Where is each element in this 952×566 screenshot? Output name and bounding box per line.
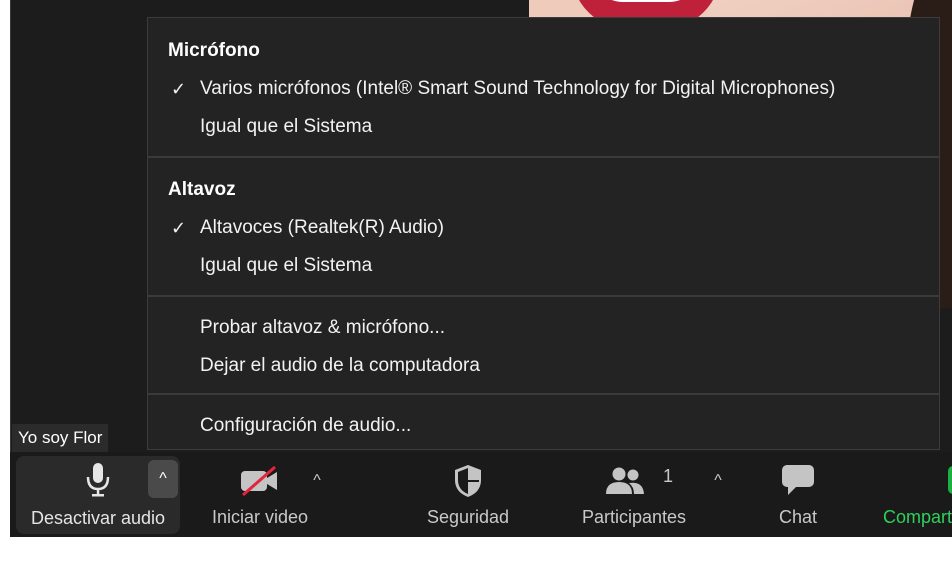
self-name-label: Yo soy Flor: [12, 424, 109, 452]
audio-settings-item[interactable]: Configuración de audio...: [148, 407, 939, 445]
start-video-button[interactable]: Iniciar video: [200, 452, 320, 537]
share-screen-label: Compart: [882, 507, 952, 527]
share-screen-icon: [948, 466, 952, 494]
actions-section: Probar altavoz & micrófono... Dejar el a…: [148, 297, 939, 385]
video-off-icon: [239, 465, 281, 501]
test-speaker-mic-item[interactable]: Probar altavoz & micrófono...: [148, 309, 939, 347]
microphone-option-system[interactable]: Igual que el Sistema: [148, 108, 939, 146]
participants-icon: [605, 466, 645, 501]
settings-section: Configuración de audio...: [148, 395, 939, 445]
chat-button[interactable]: Chat: [758, 452, 838, 537]
audio-options-caret-button[interactable]: ^: [148, 460, 178, 498]
audio-options-menu: Micrófono ✓ Varios micrófonos (Intel® Sm…: [147, 17, 940, 450]
participants-button[interactable]: 1 Participantes: [573, 452, 695, 537]
check-icon: ✓: [171, 79, 187, 99]
chat-label: Chat: [778, 507, 818, 527]
microphone-heading: Micrófono: [168, 40, 260, 61]
speaker-section: Altavoz ✓ Altavoces (Realtek(R) Audio) I…: [148, 158, 939, 285]
check-icon: ✓: [171, 218, 187, 238]
video-options-caret-button[interactable]: ^: [305, 466, 329, 496]
menu-item-label: Igual que el Sistema: [200, 116, 373, 137]
chat-bubble-icon: [781, 464, 815, 501]
start-video-label: Iniciar video: [211, 507, 309, 527]
chevron-up-icon: ^: [313, 472, 321, 489]
speaker-heading: Altavoz: [168, 179, 236, 200]
meeting-toolbar: Desactivar audio ^ Iniciar video ^ Segur…: [10, 452, 952, 537]
leave-computer-audio-item[interactable]: Dejar el audio de la computadora: [148, 347, 939, 385]
microphone-section: Micrófono ✓ Varios micrófonos (Intel® Sm…: [148, 18, 939, 146]
participants-count: 1: [663, 466, 674, 486]
speaker-option-realtek[interactable]: ✓ Altavoces (Realtek(R) Audio): [148, 209, 939, 247]
menu-item-label: Altavoces (Realtek(R) Audio): [200, 217, 444, 238]
microphone-option-varios[interactable]: ✓ Varios micrófonos (Intel® Smart Sound …: [148, 70, 939, 108]
chevron-up-icon: ^: [159, 470, 167, 487]
participants-label: Participantes: [581, 507, 687, 527]
share-screen-button[interactable]: Compart: [870, 452, 952, 537]
chevron-up-icon: ^: [714, 472, 722, 489]
security-button[interactable]: Seguridad: [413, 452, 523, 537]
microphone-icon: [85, 462, 111, 503]
shield-icon: [453, 464, 483, 503]
menu-item-label: Igual que el Sistema: [200, 255, 373, 276]
security-label: Seguridad: [426, 507, 510, 527]
speaker-option-system[interactable]: Igual que el Sistema: [148, 247, 939, 285]
mute-audio-label: Desactivar audio: [30, 508, 166, 528]
participants-options-caret-button[interactable]: ^: [706, 466, 730, 496]
menu-item-label: Varios micrófonos (Intel® Smart Sound Te…: [200, 78, 836, 99]
